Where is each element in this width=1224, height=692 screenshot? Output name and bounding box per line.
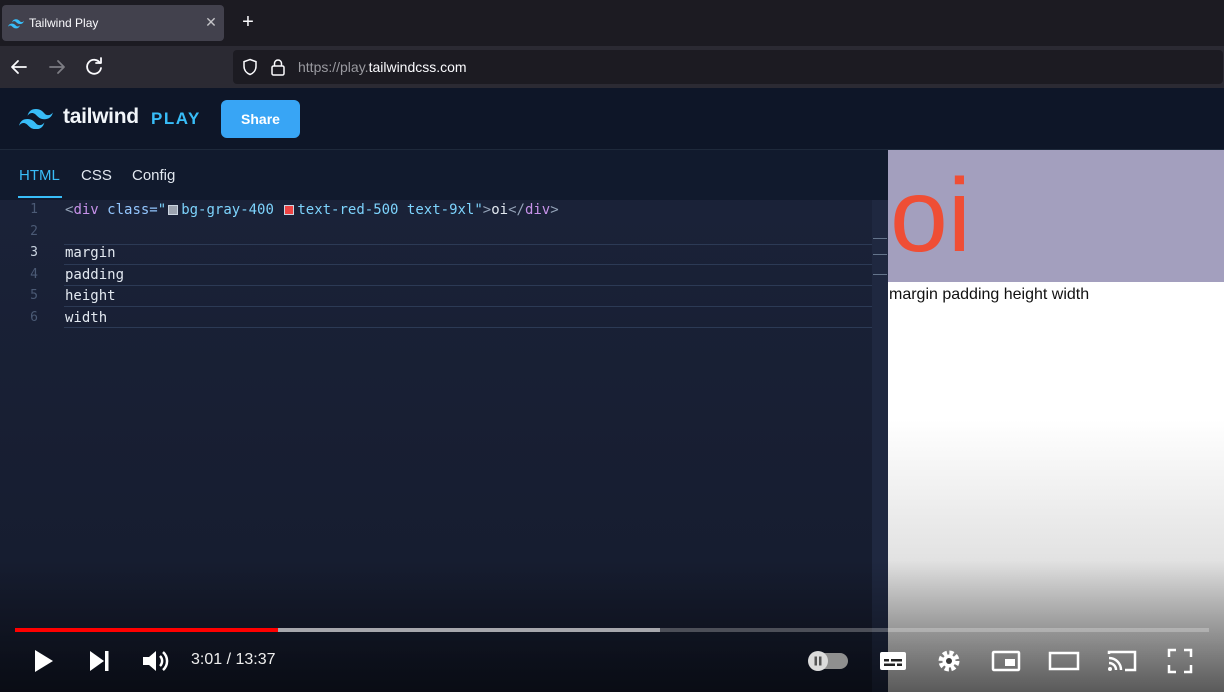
tag-name: div xyxy=(73,202,99,218)
line-number: 2 xyxy=(30,224,38,239)
browser-tab[interactable]: Tailwind Play ✕ xyxy=(2,5,224,41)
screen: Tailwind Play ✕ + https://play.tailwindc… xyxy=(0,0,1224,692)
time-display: 3:01 / 13:37 xyxy=(191,651,276,668)
url-text[interactable]: https://play.tailwindcss.com xyxy=(298,59,467,75)
scrollbar-marker xyxy=(873,274,887,275)
scrollbar-marker xyxy=(873,254,887,255)
progress-played xyxy=(15,628,278,632)
pause-icon xyxy=(814,656,822,666)
forward-icon[interactable] xyxy=(45,55,69,79)
tailwind-favicon-icon xyxy=(8,19,24,29)
tailwind-logo-icon xyxy=(19,109,53,129)
autoplay-toggle[interactable] xyxy=(808,651,848,671)
scrollbar-marker xyxy=(873,238,887,239)
preview-big-text: oi xyxy=(890,158,971,274)
preview-body-text: margin padding height width xyxy=(889,286,1090,303)
theater-mode-icon[interactable] xyxy=(1047,644,1081,678)
attr-quote: " xyxy=(157,202,167,218)
progress-bar[interactable] xyxy=(15,628,1209,632)
url-bar[interactable]: https://play.tailwindcss.com xyxy=(233,50,1223,84)
miniplayer-icon[interactable] xyxy=(989,644,1023,678)
class-bg-gray: bg-gray-400 xyxy=(181,202,274,218)
play-icon[interactable] xyxy=(26,644,60,678)
color-swatch-red xyxy=(284,205,295,215)
settings-icon[interactable] xyxy=(932,644,966,678)
browser-tab-title: Tailwind Play xyxy=(29,16,99,30)
tab-config[interactable]: Config xyxy=(132,167,175,184)
tab-html[interactable]: HTML xyxy=(19,167,60,184)
attr-quote: " xyxy=(474,202,483,218)
reload-icon[interactable] xyxy=(82,55,106,79)
end-tag-close: > xyxy=(550,202,559,218)
back-icon[interactable] xyxy=(7,55,31,79)
element-content: oi xyxy=(491,202,509,218)
code-line-1[interactable]: 1 <div class=" bg-gray-400 text-red-500 t… xyxy=(0,200,886,221)
cast-icon[interactable] xyxy=(1105,644,1139,678)
code-line-2[interactable]: 2 xyxy=(0,222,886,243)
code-editor[interactable]: 1 <div class=" bg-gray-400 text-red-500 t… xyxy=(0,200,888,692)
code-text[interactable]: padding xyxy=(65,267,124,283)
close-tab-icon[interactable]: ✕ xyxy=(203,14,219,30)
class-text-red: text-red-500 xyxy=(297,202,399,218)
lock-icon[interactable] xyxy=(270,58,286,76)
code-text[interactable]: margin xyxy=(65,245,116,261)
line-number: 6 xyxy=(30,310,38,325)
line-number: 4 xyxy=(30,267,38,282)
brand-play-label: PLAY xyxy=(151,109,201,128)
line-number: 3 xyxy=(30,245,38,260)
share-button[interactable]: Share xyxy=(221,100,300,138)
code-text[interactable]: width xyxy=(65,310,107,326)
url-domain: tailwindcss.com xyxy=(368,59,467,75)
volume-icon[interactable] xyxy=(138,644,172,678)
color-swatch-gray xyxy=(168,205,179,215)
brand-name: tailwind xyxy=(63,105,139,128)
class-text-size: text-9xl xyxy=(398,202,475,218)
url-prefix: https://play. xyxy=(298,59,369,75)
end-tag-open: </ xyxy=(508,202,525,218)
end-tag-name: div xyxy=(524,202,551,218)
line-number: 1 xyxy=(30,202,38,217)
autoplay-knob xyxy=(808,651,828,671)
active-tab-indicator xyxy=(18,196,62,198)
new-tab-button[interactable]: + xyxy=(236,10,260,34)
tag-close-bracket: > xyxy=(482,202,492,218)
attr-name: class= xyxy=(98,202,158,218)
code-line-5[interactable]: 5 height xyxy=(0,286,886,307)
code-text[interactable]: <div class=" bg-gray-400 text-red-500 tex… xyxy=(65,202,559,218)
browser-navbar: https://play.tailwindcss.com xyxy=(0,46,1224,88)
subtitles-icon[interactable] xyxy=(876,644,910,678)
tab-css[interactable]: CSS xyxy=(81,167,112,184)
code-line-6[interactable]: 6 width xyxy=(0,308,886,329)
playground-header: tailwind PLAY Share xyxy=(0,88,1224,150)
shield-icon[interactable] xyxy=(241,58,259,76)
line-number: 5 xyxy=(30,288,38,303)
code-text[interactable]: height xyxy=(65,288,116,304)
browser-tab-strip: Tailwind Play ✕ + xyxy=(0,0,1224,46)
editor-tabs: HTML CSS Config xyxy=(0,150,888,200)
preview-pane: oi margin padding height width xyxy=(888,150,1224,692)
code-line-4[interactable]: 4 padding xyxy=(0,265,886,286)
code-line-3[interactable]: 3 margin xyxy=(0,243,886,264)
preview-box: oi xyxy=(888,150,1224,282)
fullscreen-icon[interactable] xyxy=(1163,644,1197,678)
next-icon[interactable] xyxy=(82,644,116,678)
